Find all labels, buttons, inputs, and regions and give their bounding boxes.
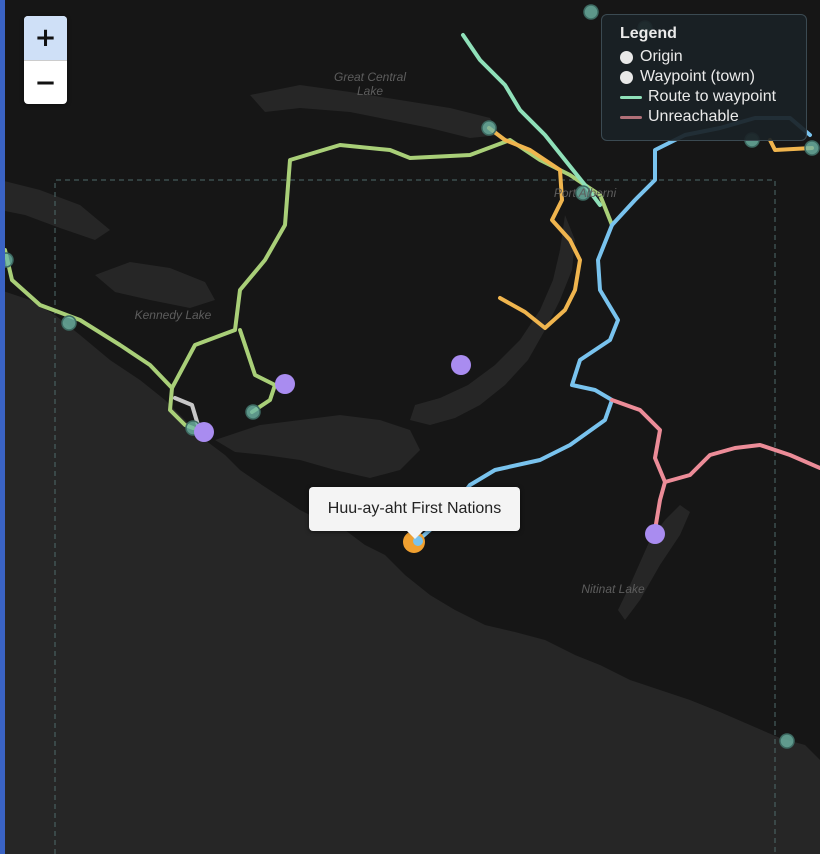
- place-label-kennedy-lake: Kennedy Lake: [134, 308, 212, 322]
- legend-panel: Legend Origin Waypoint (town) Route to w…: [601, 14, 807, 141]
- waypoint-marker[interactable]: [61, 315, 77, 331]
- legend-label: Unreachable: [648, 108, 739, 125]
- origin-marker[interactable]: [645, 524, 665, 544]
- legend-item-waypoint: Waypoint (town): [620, 67, 806, 87]
- route-swatch-icon: [620, 95, 642, 99]
- zoom-control: + −: [24, 16, 67, 104]
- place-label-great-central-lake: Great Central Lake: [333, 70, 407, 98]
- zoom-out-button[interactable]: −: [24, 61, 67, 104]
- waypoint-swatch-icon: [620, 70, 633, 84]
- legend-title: Legend: [620, 25, 677, 42]
- waypoint-marker[interactable]: [804, 140, 820, 156]
- place-label-port-alberni: Port Alberni: [553, 186, 617, 200]
- legend-label: Origin: [640, 48, 683, 65]
- place-label-nitinat-lake: Nitinat Lake: [581, 582, 645, 596]
- origin-marker[interactable]: [451, 355, 471, 375]
- origin-swatch-icon: [620, 50, 633, 64]
- waypoint-marker[interactable]: [779, 733, 795, 749]
- map-canvas[interactable]: Great Central Lake Kennedy Lake Port Alb…: [0, 0, 820, 854]
- zoom-in-button[interactable]: +: [24, 16, 67, 61]
- unreachable-swatch-icon: [620, 115, 642, 119]
- legend-label: Route to waypoint: [648, 88, 777, 105]
- legend-item-unreachable: Unreachable: [620, 107, 806, 127]
- waypoint-marker[interactable]: [245, 404, 261, 420]
- origin-marker[interactable]: [194, 422, 214, 442]
- waypoint-marker[interactable]: [583, 4, 599, 20]
- origin-marker[interactable]: [275, 374, 295, 394]
- waypoint-marker[interactable]: [481, 120, 497, 136]
- legend-item-origin: Origin: [620, 47, 806, 67]
- left-edge-border: [0, 0, 5, 854]
- legend-item-route: Route to waypoint: [620, 87, 806, 107]
- legend-label: Waypoint (town): [640, 68, 755, 85]
- marker-tooltip: Huu-ay-aht First Nations: [309, 487, 520, 539]
